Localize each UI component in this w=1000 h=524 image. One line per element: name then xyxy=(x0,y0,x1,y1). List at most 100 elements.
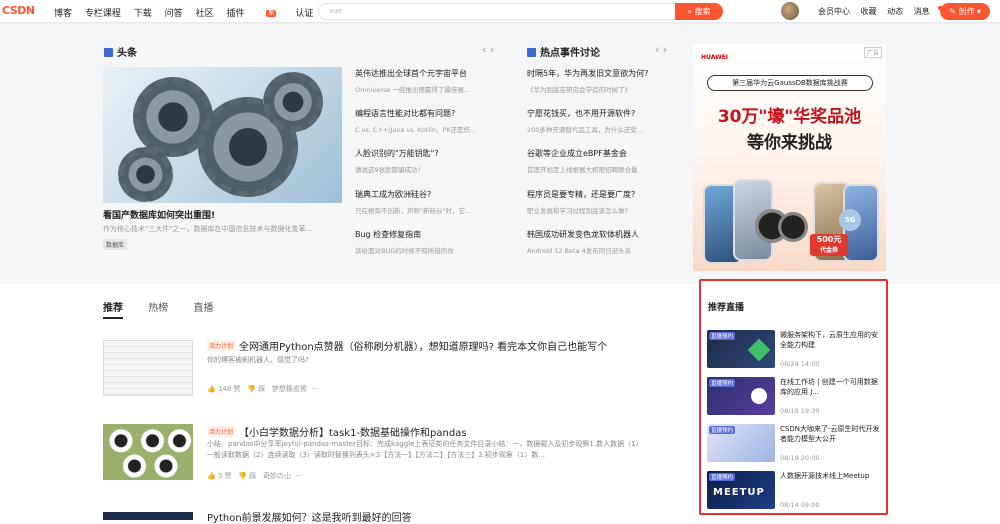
hot-item-title: 宁愿花钱买，也不用开源软件? xyxy=(527,109,636,118)
hot-item-desc: Android 12 Beta 4发布同日迎头杀 xyxy=(527,247,632,255)
headline-item[interactable]: 英伟达推出全球首个元宇宙平台 Omniverse 一经推出便赢得了最佳展... xyxy=(355,68,515,94)
headline-item[interactable]: 人脸识别的"万能钥匙"? 请说这9张脸欺骗成功！ xyxy=(355,148,515,174)
nav-courses[interactable]: 专栏课程 xyxy=(85,9,121,19)
article-card[interactable]: Python前景发展如何？这是我听到最好的回答 xyxy=(103,509,643,524)
thumbs-down-icon[interactable]: 👎 xyxy=(247,385,258,393)
hot-item-title: 韩国成功研发变色龙软体机器人 xyxy=(527,230,639,239)
nav-plugin[interactable]: 插件 新 xyxy=(226,9,277,19)
headline-item-desc: Omniverse 一经推出便赢得了最佳展... xyxy=(355,86,471,94)
csdn-logo[interactable]: CSDN xyxy=(2,4,35,17)
search-button[interactable]: ⌕ 搜索 xyxy=(675,3,723,20)
hot-item-desc: 200多种开源替代品工具，为什么还受... xyxy=(527,126,644,134)
nav-cert[interactable]: 认证 xyxy=(295,9,313,19)
member-center-link[interactable]: 会员中心 xyxy=(818,7,850,16)
nav-community[interactable]: 社区 xyxy=(196,9,214,19)
live-item-title: CSDN大咖来了-云原生时代开发者能力模型大公开 xyxy=(780,425,880,443)
article-thumbnail[interactable] xyxy=(103,512,193,520)
tab-hot[interactable]: 热榜 xyxy=(148,303,168,314)
live-item-time: 08/18 19:30 xyxy=(780,407,820,415)
live-thumbnail[interactable]: 直播预约 MEETUP xyxy=(707,471,775,509)
hot-item[interactable]: 时隔5年，华为再发旧文意欲为何? 《华为到底在研究会学造的时候了》 xyxy=(527,68,677,94)
live-panel-title: 推荐直播 xyxy=(708,303,745,313)
article-card[interactable]: 活力计划 【小白学数据分析】task1-数据基础操作和pandas 小结：pand… xyxy=(103,424,643,484)
live-item[interactable]: 直播预约 微服务架构下，云原生应用的安全能力构建 08/24 14:00 xyxy=(707,330,882,370)
author-name[interactable]: 梦想橡皮擦 xyxy=(272,385,307,393)
headline-item[interactable]: 编程语言性能对比都有问题? C vs. C++/Java vs. Kotlin，P… xyxy=(355,108,515,134)
prize-amount: 500元 xyxy=(816,235,842,244)
meetup-text: MEETUP xyxy=(713,487,765,498)
search-icon: ⌕ xyxy=(687,7,695,16)
thumbs-up-icon[interactable]: 👍 xyxy=(207,385,218,393)
hot-item-title: 程序员是要专精，还是要广度? xyxy=(527,190,636,199)
live-badge: 直播预约 xyxy=(709,379,736,387)
search-button-label: 搜索 xyxy=(694,7,711,16)
ad-headline: 30万"壕"华奖品池 xyxy=(717,107,862,127)
live-item[interactable]: 直播预约 在线工作坊 | 创建一个可用数据库的应用 J... 08/18 19:… xyxy=(707,377,882,417)
chevron-right-icon[interactable]: › xyxy=(490,43,494,56)
article-title-text: 全网通用Python点赞器（俗称刷分机器），想知道原理吗? 看完本文你自己也能写… xyxy=(239,342,608,353)
like-count: 5 赞 xyxy=(217,472,232,480)
live-item-time: 08/24 14:00 xyxy=(780,360,820,368)
hot-item[interactable]: 韩国成功研发变色龙软体机器人 Android 12 Beta 4发布同日迎头杀 xyxy=(527,229,677,255)
active-tab-indicator xyxy=(103,317,123,319)
new-badge: 新 xyxy=(266,10,277,17)
live-item[interactable]: 直播预约 CSDN大咖来了-云原生时代开发者能力模型大公开 08/19 20:0… xyxy=(707,424,882,464)
tab-recommend[interactable]: 推荐 xyxy=(103,303,123,314)
feed-tabs: 推荐 热榜 直播 xyxy=(103,299,235,314)
nav-download[interactable]: 下载 xyxy=(134,9,152,19)
gear-graphic xyxy=(263,72,323,132)
huawei-logo: HUAWEI xyxy=(701,54,729,61)
headline-section-title: 头条 xyxy=(104,44,137,59)
chevron-right-icon[interactable]: › xyxy=(663,43,667,56)
chart-icon xyxy=(527,48,536,57)
gear-graphic xyxy=(118,147,173,202)
more-icon[interactable]: ··· xyxy=(311,385,318,393)
thumbs-up-icon[interactable]: 👍 xyxy=(207,472,218,480)
live-badge: 直播预约 xyxy=(709,332,736,340)
headline-pager: ‹ › xyxy=(482,43,494,56)
thumbs-down-icon[interactable]: 👎 xyxy=(238,472,249,480)
headline-main-title[interactable]: 看国产数据库如何突出重围! xyxy=(103,208,215,221)
article-thumbnail[interactable] xyxy=(103,340,193,396)
headline-item-desc: 该给面对BUG的时候不知所措的你 xyxy=(355,247,454,255)
nav-qa[interactable]: 问答 xyxy=(165,9,183,19)
headline-tag[interactable]: 数据库 xyxy=(103,239,128,250)
article-card[interactable]: 活力计划 全网通用Python点赞器（俗称刷分机器），想知道原理吗? 看完本文你自… xyxy=(103,338,643,398)
hot-section-title: 热点事件讨论 xyxy=(527,44,600,59)
live-item[interactable]: 直播预约 MEETUP 人数据开源技术线上Meetup 08/14 09:00 xyxy=(707,471,882,511)
headline-item[interactable]: Bug 检查修复指南 该给面对BUG的时候不知所措的你 xyxy=(355,229,515,255)
live-thumbnail[interactable]: 直播预约 xyxy=(707,330,775,368)
hot-item-title: 谷歌等企业成立eBPF基金会 xyxy=(527,149,627,158)
live-thumbnail[interactable]: 直播预约 xyxy=(707,377,775,415)
dislike-label: 踩 xyxy=(258,385,266,393)
article-tag: 活力计划 xyxy=(207,426,236,437)
avatar[interactable] xyxy=(781,2,799,20)
live-badge: 直播预约 xyxy=(709,473,736,481)
favorites-link[interactable]: 收藏 xyxy=(861,7,877,16)
article-tag: 活力计划 xyxy=(207,340,236,351)
chevron-left-icon[interactable]: ‹ xyxy=(655,43,659,56)
headline-item[interactable]: 瑞典工成为欧洲硅谷? 只在根旁不创新，声称"新硅谷"时，它... xyxy=(355,189,515,215)
nav-blog[interactable]: 博客 xyxy=(54,9,72,19)
search-input[interactable]: vue xyxy=(318,3,676,20)
more-icon[interactable]: ··· xyxy=(295,472,302,480)
article-title[interactable]: 活力计划 【小白学数据分析】task1-数据基础操作和pandas xyxy=(207,424,467,439)
activity-link[interactable]: 动态 xyxy=(887,7,903,16)
hot-item[interactable]: 谷歌等企业成立eBPF基金会 首度开始定上线根据大权限招聘联合量 xyxy=(527,148,677,174)
article-title[interactable]: 活力计划 全网通用Python点赞器（俗称刷分机器），想知道原理吗? 看完本文你自… xyxy=(207,338,607,353)
article-thumbnail[interactable] xyxy=(103,424,193,480)
headline-hero-image[interactable] xyxy=(103,67,342,203)
live-panel: 推荐直播 直播预约 微服务架构下，云原生应用的安全能力构建 08/24 14:0… xyxy=(699,279,888,515)
chevron-down-icon: ▾ xyxy=(974,7,981,16)
pen-icon: ✎ xyxy=(949,7,959,16)
hot-item[interactable]: 程序员是要专精，还是要广度? 职业发展和学习过程到底该怎么做? xyxy=(527,189,677,215)
create-button[interactable]: ✎ 创作 ▾ xyxy=(940,3,990,20)
ad-banner[interactable]: 广告 HUAWEI 第三届华为云GaussDB数据库挑战赛 30万"壕"华奖品池… xyxy=(693,44,886,271)
tab-live[interactable]: 直播 xyxy=(193,303,213,314)
hot-item[interactable]: 宁愿花钱买，也不用开源软件? 200多种开源替代品工具，为什么还受... xyxy=(527,108,677,134)
ad-pill: 第三届华为云GaussDB数据库挑战赛 xyxy=(707,75,873,91)
create-label: 创作 xyxy=(958,7,975,16)
chevron-left-icon[interactable]: ‹ xyxy=(482,43,486,56)
author-name[interactable]: 奇妙の山 xyxy=(263,472,291,480)
live-thumbnail[interactable]: 直播预约 xyxy=(707,424,775,462)
